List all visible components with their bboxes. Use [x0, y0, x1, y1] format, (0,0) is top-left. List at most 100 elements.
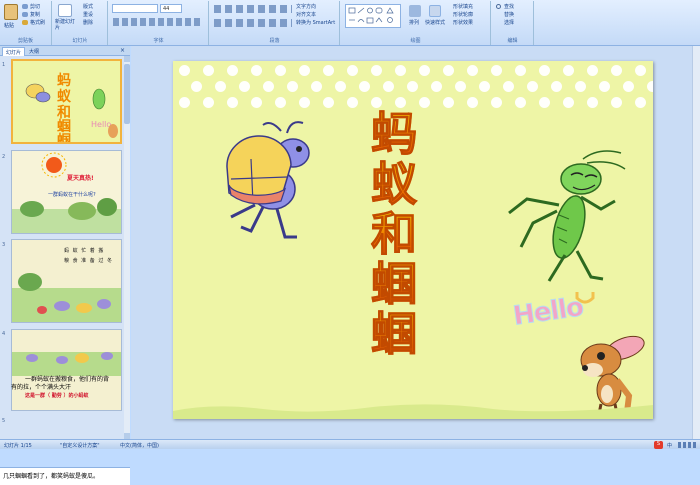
polka-dot: [251, 65, 262, 76]
shape-outline-button[interactable]: 形状轮廓: [453, 11, 473, 18]
status-slide-info: 幻灯片 1/15: [4, 443, 32, 449]
slide-thumb-2[interactable]: 夏天真热! 一群蚂蚁在干什么呢?: [11, 150, 122, 234]
find-icon: [496, 4, 501, 9]
quick-styles-icon[interactable]: [429, 5, 441, 17]
group-label-font: 字体: [153, 38, 164, 44]
title-char-4: 蝈: [371, 257, 418, 311]
convert-smartart-button[interactable]: 转换为 SmartArt: [296, 19, 335, 26]
close-icon[interactable]: ×: [120, 47, 125, 54]
polka-dot: [299, 65, 310, 76]
thumb-number: 3: [2, 242, 6, 248]
polka-dot: [191, 81, 202, 92]
ime-status[interactable]: 中: [667, 442, 672, 449]
group-clipboard: 粘贴 剪切 复制 格式刷 剪贴板: [0, 1, 52, 45]
polka-dot: [179, 97, 190, 108]
quick-styles-button[interactable]: 快速样式: [425, 19, 445, 26]
cut-button[interactable]: 剪切: [30, 3, 40, 10]
polka-dot: [359, 81, 370, 92]
polka-dot: [467, 97, 478, 108]
new-slide-icon[interactable]: [58, 4, 72, 17]
polka-dot: [587, 97, 598, 108]
scroll-up-icon[interactable]: [124, 56, 130, 62]
thumb-1-art: 蚂 蚁 和 蝈 蝈 Hello: [13, 61, 120, 142]
slide-panel: 幻灯片 大纲 × 1 蚂 蚁 和 蝈 蝈 Hello 2 夏天真热! 一群蚂蚁在…: [0, 46, 130, 485]
copy-icon: [22, 12, 28, 17]
align-text-button[interactable]: 对齐文本: [296, 11, 316, 18]
polka-dot: [575, 81, 586, 92]
font-name-select[interactable]: [112, 4, 158, 13]
align-buttons[interactable]: [214, 19, 292, 27]
new-slide-button[interactable]: 新建幻灯片: [55, 19, 79, 31]
polka-dot: [419, 97, 430, 108]
arrange-icon[interactable]: [409, 5, 421, 17]
polka-dot: [491, 65, 502, 76]
copy-button[interactable]: 复制: [30, 11, 40, 18]
text-direction-button[interactable]: 文字方向: [296, 3, 316, 10]
slide-thumb-1[interactable]: 蚂 蚁 和 蝈 蝈 Hello: [11, 59, 122, 144]
replace-button[interactable]: 替换: [504, 11, 514, 18]
arrange-button[interactable]: 排列: [409, 19, 419, 26]
shape-effects-button[interactable]: 形状效果: [453, 19, 473, 26]
polka-dot: [515, 65, 526, 76]
notes-pane[interactable]: 几只蝈蝈看到了，都笑蚂蚁是傻瓜。: [0, 467, 130, 485]
shapes-gallery[interactable]: [345, 4, 401, 28]
thumb-number: 1: [2, 62, 6, 68]
polka-dot: [215, 81, 226, 92]
slide-thumb-3[interactable]: 蚂 蚁 忙 着 搬 粮 食 准 备 过 冬: [11, 239, 122, 323]
cut-icon: [22, 4, 28, 9]
thumb-4-caption: 一群蚂蚁在搬粮食，他们有的背 有的拉，个个满头大汗 这是一群（ 勤劳 ）的小蚂蚁: [11, 376, 126, 400]
paste-button[interactable]: 粘贴: [4, 22, 14, 29]
canvas-scrollbar[interactable]: [692, 46, 700, 439]
select-button[interactable]: 选择: [504, 19, 514, 26]
tab-outline[interactable]: 大纲: [26, 47, 42, 56]
group-label-paragraph: 段落: [269, 38, 280, 44]
format-painter-button[interactable]: 格式刷: [30, 19, 45, 26]
thumb-number: 2: [2, 154, 6, 160]
shape-fill-button[interactable]: 形状填充: [453, 3, 473, 10]
polka-dot: [599, 81, 610, 92]
polka-dot: [443, 65, 454, 76]
list-buttons[interactable]: [214, 5, 292, 13]
ime-s-icon[interactable]: S: [654, 441, 663, 449]
hello-smile-decoration: [575, 292, 595, 304]
svg-text:蚁: 蚁: [57, 88, 72, 105]
layout-button[interactable]: 版式: [83, 3, 93, 10]
polka-dot: [431, 81, 442, 92]
tab-slides[interactable]: 幻灯片: [2, 47, 26, 56]
reset-button[interactable]: 重设: [83, 11, 93, 18]
polka-dot: [467, 65, 478, 76]
polka-dot: [455, 81, 466, 92]
paste-icon[interactable]: [4, 4, 18, 20]
polka-dot: [203, 97, 214, 108]
scroll-thumb[interactable]: [124, 64, 130, 124]
editing-canvas: Hello 蚂 蚁 和 蝈 蝈: [131, 46, 700, 439]
panel-scrollbar[interactable]: [124, 56, 130, 439]
group-label-editing: 编辑: [507, 38, 518, 44]
thumb-number: 5: [2, 418, 6, 424]
title-char-3: 和: [371, 207, 418, 261]
thumb-2-subtitle: 一群蚂蚁在干什么呢?: [48, 192, 96, 198]
polka-dot: [395, 65, 406, 76]
ime-toolbar-icons[interactable]: [678, 442, 696, 448]
polka-dot: [635, 97, 646, 108]
polka-dot: [407, 81, 418, 92]
find-button[interactable]: 查找: [504, 3, 514, 10]
polka-dot: [347, 97, 358, 108]
current-slide[interactable]: Hello 蚂 蚁 和 蝈 蝈: [173, 61, 653, 419]
delete-button[interactable]: 删除: [83, 19, 93, 26]
polka-dot: [275, 65, 286, 76]
polka-dot: [263, 81, 274, 92]
ant-illustration: [226, 121, 310, 239]
group-editing: 查找 替换 选择 编辑: [492, 1, 534, 45]
status-theme: "自定义设计方案": [60, 443, 100, 449]
polka-dot: [299, 97, 310, 108]
thumb-2-title: 夏天真热!: [67, 175, 94, 182]
polka-dot: [179, 65, 190, 76]
status-language: 中文(简体，中国): [120, 443, 159, 449]
polka-dot: [539, 97, 550, 108]
group-font: 44 字体: [109, 1, 209, 45]
font-format-buttons[interactable]: [113, 18, 203, 26]
font-size-select[interactable]: 44: [160, 4, 182, 13]
polka-dot: [515, 97, 526, 108]
polka-dot: [611, 65, 622, 76]
